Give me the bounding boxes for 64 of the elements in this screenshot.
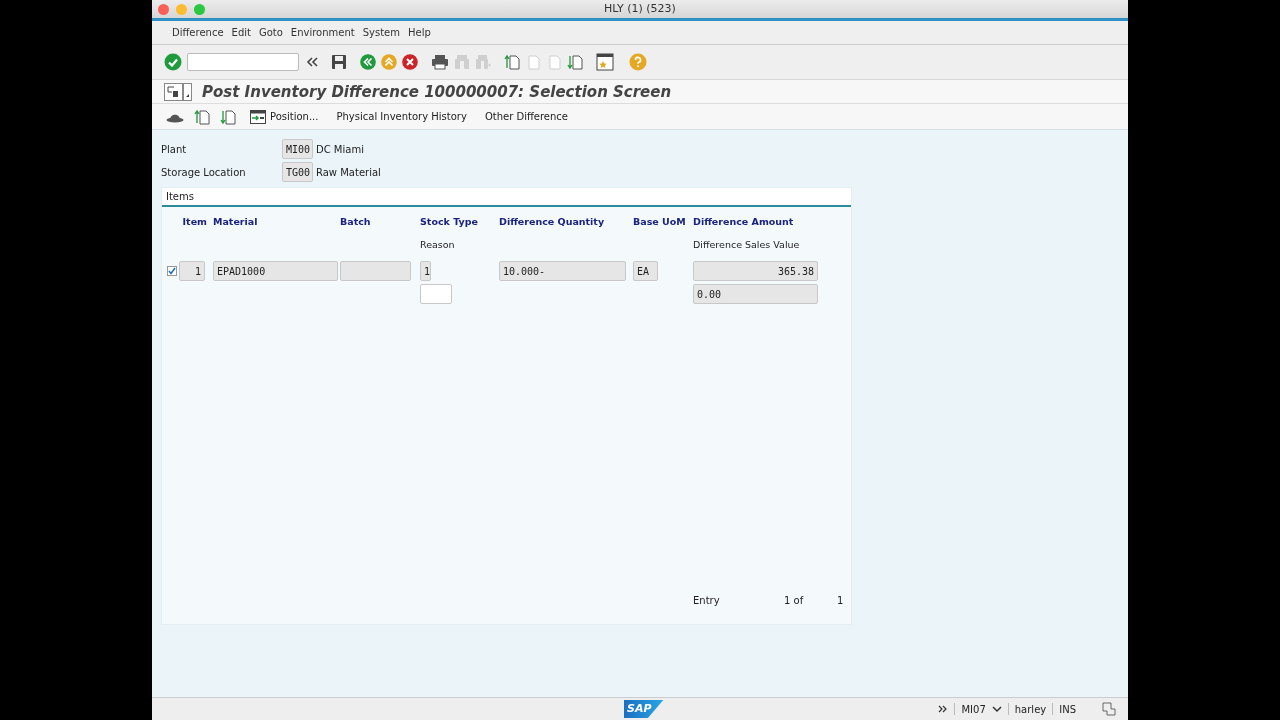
field-label: Plant <box>161 142 188 157</box>
panel-title: Items <box>166 190 194 204</box>
sap-logo: SAP <box>624 699 664 719</box>
save-icon[interactable] <box>331 54 347 70</box>
column-header: Difference Quantity <box>499 215 606 229</box>
transaction-code: MI07 <box>961 702 986 717</box>
input-field[interactable] <box>340 261 411 281</box>
menu-item[interactable]: System <box>358 25 404 40</box>
column-header: Item <box>181 215 208 229</box>
column-header: Difference Amount <box>693 215 795 229</box>
toolbar-button[interactable]: Other Difference <box>480 109 572 124</box>
menu-item[interactable]: Goto <box>254 25 287 40</box>
window-title: HLY (1) (523) <box>604 0 676 17</box>
entry-label: Entry <box>693 594 721 608</box>
column-header: Material <box>213 215 259 229</box>
position-button[interactable]: Position... <box>246 109 323 124</box>
input-field[interactable]: 1 <box>420 261 431 281</box>
star-window-icon[interactable] <box>596 53 614 71</box>
input-field[interactable] <box>420 284 452 304</box>
check-icon[interactable] <box>164 53 182 71</box>
field-description: Raw Material <box>316 165 381 180</box>
input-field[interactable]: EA <box>633 261 658 281</box>
input-field[interactable]: 365.38 <box>693 261 818 281</box>
input-field[interactable]: 0.00 <box>693 284 818 304</box>
command-field[interactable] <box>187 53 299 71</box>
column-header: Base UoM <box>633 215 687 229</box>
entry-total: 1 <box>837 594 844 608</box>
close-icon[interactable] <box>158 4 169 15</box>
column-header: Difference Sales Value <box>693 238 801 252</box>
input-field[interactable]: TG00 <box>282 162 313 182</box>
screen-title: Post Inventory Difference 100000007: Selection Screen <box>202 82 672 101</box>
field-description: DC Miami <box>316 142 364 157</box>
input-mode: INS <box>1059 702 1076 717</box>
input-field[interactable]: 1 <box>179 261 205 281</box>
user-name: harley <box>1014 702 1047 717</box>
layout-menu-icon[interactable] <box>164 82 192 101</box>
back-icon[interactable] <box>360 54 376 70</box>
first-page-icon[interactable] <box>504 54 520 70</box>
first-page-icon[interactable] <box>194 108 210 125</box>
checkbox[interactable] <box>167 266 177 276</box>
menu-item[interactable]: Edit <box>227 25 255 40</box>
help-icon[interactable] <box>629 53 647 71</box>
position-icon <box>250 109 266 124</box>
input-field[interactable]: MI00 <box>282 139 313 159</box>
entry-position: 1 of <box>784 594 805 608</box>
column-header: Batch <box>340 215 372 229</box>
input-field[interactable]: 10.000- <box>499 261 626 281</box>
chevron-down-icon[interactable] <box>991 705 1002 713</box>
layout-icon[interactable] <box>1102 702 1116 716</box>
column-header: Stock Type <box>420 215 479 229</box>
expand-icon[interactable] <box>938 704 949 714</box>
menu-item[interactable]: Help <box>404 25 435 40</box>
menu-item[interactable]: Environment <box>286 25 359 40</box>
chevrons-left-icon[interactable] <box>306 55 318 69</box>
last-page-icon[interactable] <box>220 108 236 125</box>
cancel-icon[interactable] <box>402 54 418 70</box>
up-icon[interactable] <box>381 54 397 70</box>
field-label: Storage Location <box>161 165 247 180</box>
input-field[interactable]: EPAD1000 <box>213 261 338 281</box>
toolbar-button[interactable]: Physical Inventory History <box>332 109 471 124</box>
last-page-icon[interactable] <box>567 54 583 70</box>
print-icon[interactable] <box>431 54 449 70</box>
column-header: Reason <box>420 238 456 252</box>
menu-item[interactable]: Difference <box>168 25 228 40</box>
